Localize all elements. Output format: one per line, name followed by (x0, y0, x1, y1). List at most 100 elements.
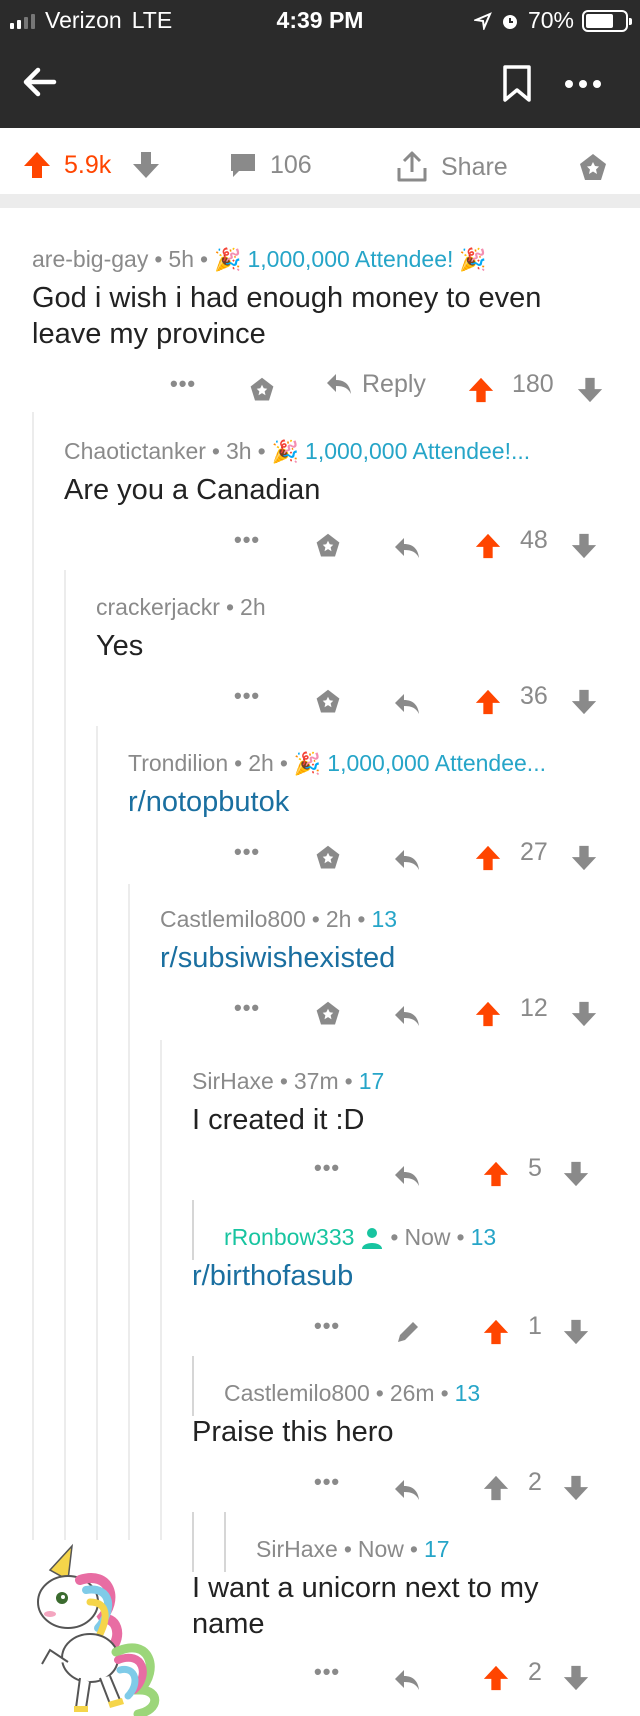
reply-icon[interactable] (392, 684, 422, 724)
battery-icon (582, 9, 632, 32)
downvote-icon[interactable] (570, 682, 598, 722)
bookmark-icon[interactable] (500, 64, 534, 104)
comment-meta: Castlemilo800 • 2h • 13 (160, 906, 398, 933)
share-button[interactable]: Share (395, 150, 508, 184)
reply-icon[interactable] (392, 528, 422, 568)
upvote-icon[interactable] (22, 150, 52, 180)
award-icon[interactable] (577, 152, 609, 184)
comment-actions: ••• Reply 180 (0, 364, 640, 404)
comment-score: 180 (512, 369, 554, 398)
comment-icon (231, 154, 255, 177)
comment-meta: Castlemilo800 • 26m • 13 (224, 1380, 481, 1407)
upvote-icon[interactable] (467, 370, 495, 410)
comment-actions: ••• 12 (0, 988, 640, 1028)
comments-count-button[interactable]: 106 (228, 150, 312, 180)
downvote-icon[interactable] (570, 526, 598, 566)
downvote-icon[interactable] (562, 1658, 590, 1698)
unicorn-sticker (20, 1540, 170, 1716)
award-icon[interactable] (314, 682, 342, 722)
downvote-icon[interactable] (570, 838, 598, 878)
comment-author[interactable]: SirHaxe (256, 1536, 338, 1563)
comment-actions: ••• 1 (0, 1306, 640, 1346)
thread-line (224, 1512, 226, 1572)
comment-age: Now (404, 1224, 451, 1250)
share-label: Share (441, 152, 508, 181)
upvote-icon[interactable] (474, 682, 502, 722)
user-flair: 13 (371, 906, 398, 932)
user-flair: 17 (423, 1536, 450, 1562)
comment-age: 26m (389, 1380, 435, 1406)
award-icon[interactable] (314, 838, 342, 878)
comment-meta: rRonbow333 • Now • 13 (224, 1224, 497, 1251)
battery-percent: 70% (527, 7, 574, 33)
user-flair: 17 (358, 1068, 385, 1094)
party-popper-icon: 🎉 (293, 750, 322, 776)
downvote-icon[interactable] (131, 150, 161, 180)
more-icon[interactable] (563, 78, 603, 90)
comment-author[interactable]: Trondilion (128, 750, 228, 777)
downvote-icon[interactable] (562, 1312, 590, 1352)
reply-icon[interactable] (392, 1156, 422, 1196)
comment-score: 2 (528, 1657, 542, 1686)
edit-icon[interactable] (394, 1312, 422, 1352)
subreddit-link[interactable]: r/subsiwishexisted (160, 940, 620, 976)
share-icon (397, 151, 427, 182)
more-icon[interactable]: ••• (234, 520, 260, 560)
comment-author[interactable]: rRonbow333 (224, 1224, 354, 1251)
upvote-icon[interactable] (474, 994, 502, 1034)
location-icon (473, 11, 492, 30)
upvote-icon[interactable] (474, 838, 502, 878)
reply-icon[interactable] (392, 840, 422, 880)
back-arrow-icon[interactable] (20, 62, 60, 102)
comment-actions: ••• 36 (0, 676, 640, 716)
downvote-icon[interactable] (570, 994, 598, 1034)
comment-meta: Trondilion • 2h • 🎉 1,000,000 Attendee... (128, 750, 546, 777)
comment-meta: crackerjackr • 2h (96, 594, 266, 621)
reply-icon[interactable] (392, 1660, 422, 1700)
downvote-icon[interactable] (576, 370, 604, 410)
comment-body: I want a unicorn next to my name (192, 1572, 539, 1640)
comment-age: 3h (225, 438, 252, 464)
subreddit-link[interactable]: r/birthofasub (192, 1258, 612, 1294)
comment-age: 2h (240, 594, 266, 620)
comment-author[interactable]: SirHaxe (192, 1068, 274, 1095)
moderator-icon (362, 1227, 383, 1249)
comments-count: 106 (270, 150, 312, 179)
upvote-icon[interactable] (482, 1154, 510, 1194)
award-icon[interactable] (248, 370, 276, 410)
upvote-icon[interactable] (474, 526, 502, 566)
reply-button[interactable]: Reply (324, 364, 426, 404)
reply-icon (327, 374, 351, 394)
more-icon[interactable]: ••• (314, 1306, 340, 1346)
more-icon[interactable]: ••• (234, 676, 260, 716)
user-flair: 13 (454, 1380, 481, 1406)
comment-meta: Chaotictanker • 3h • 🎉 1,000,000 Attendee!… (64, 438, 531, 465)
award-icon[interactable] (314, 526, 342, 566)
more-icon[interactable]: ••• (314, 1462, 340, 1502)
comment-age: 2h (248, 750, 274, 776)
upvote-icon[interactable] (482, 1658, 510, 1698)
comment-author[interactable]: are-big-gay (32, 246, 148, 273)
more-icon[interactable]: ••• (314, 1652, 340, 1692)
more-icon[interactable]: ••• (234, 832, 260, 872)
upvote-icon[interactable] (482, 1312, 510, 1352)
downvote-icon[interactable] (562, 1154, 590, 1194)
upvote-icon[interactable] (482, 1468, 510, 1508)
subreddit-link[interactable]: r/notopbutok (128, 784, 608, 820)
award-icon[interactable] (314, 994, 342, 1034)
comment-author[interactable]: Castlemilo800 (224, 1380, 370, 1407)
comment-author[interactable]: Castlemilo800 (160, 906, 306, 933)
downvote-icon[interactable] (562, 1468, 590, 1508)
party-popper-icon: 🎉 (214, 246, 242, 272)
more-icon[interactable]: ••• (170, 364, 196, 404)
reply-label: Reply (362, 369, 426, 398)
more-icon[interactable]: ••• (234, 988, 260, 1028)
more-icon[interactable]: ••• (314, 1148, 340, 1188)
comment-author[interactable]: crackerjackr (96, 594, 220, 621)
reply-icon[interactable] (392, 996, 422, 1036)
comment-actions: ••• 2 (0, 1462, 640, 1502)
user-flair: 1,000,000 Attendee... (327, 750, 546, 776)
comment-author[interactable]: Chaotictanker (64, 438, 206, 465)
reply-icon[interactable] (392, 1470, 422, 1510)
comment-score: 12 (520, 993, 548, 1022)
